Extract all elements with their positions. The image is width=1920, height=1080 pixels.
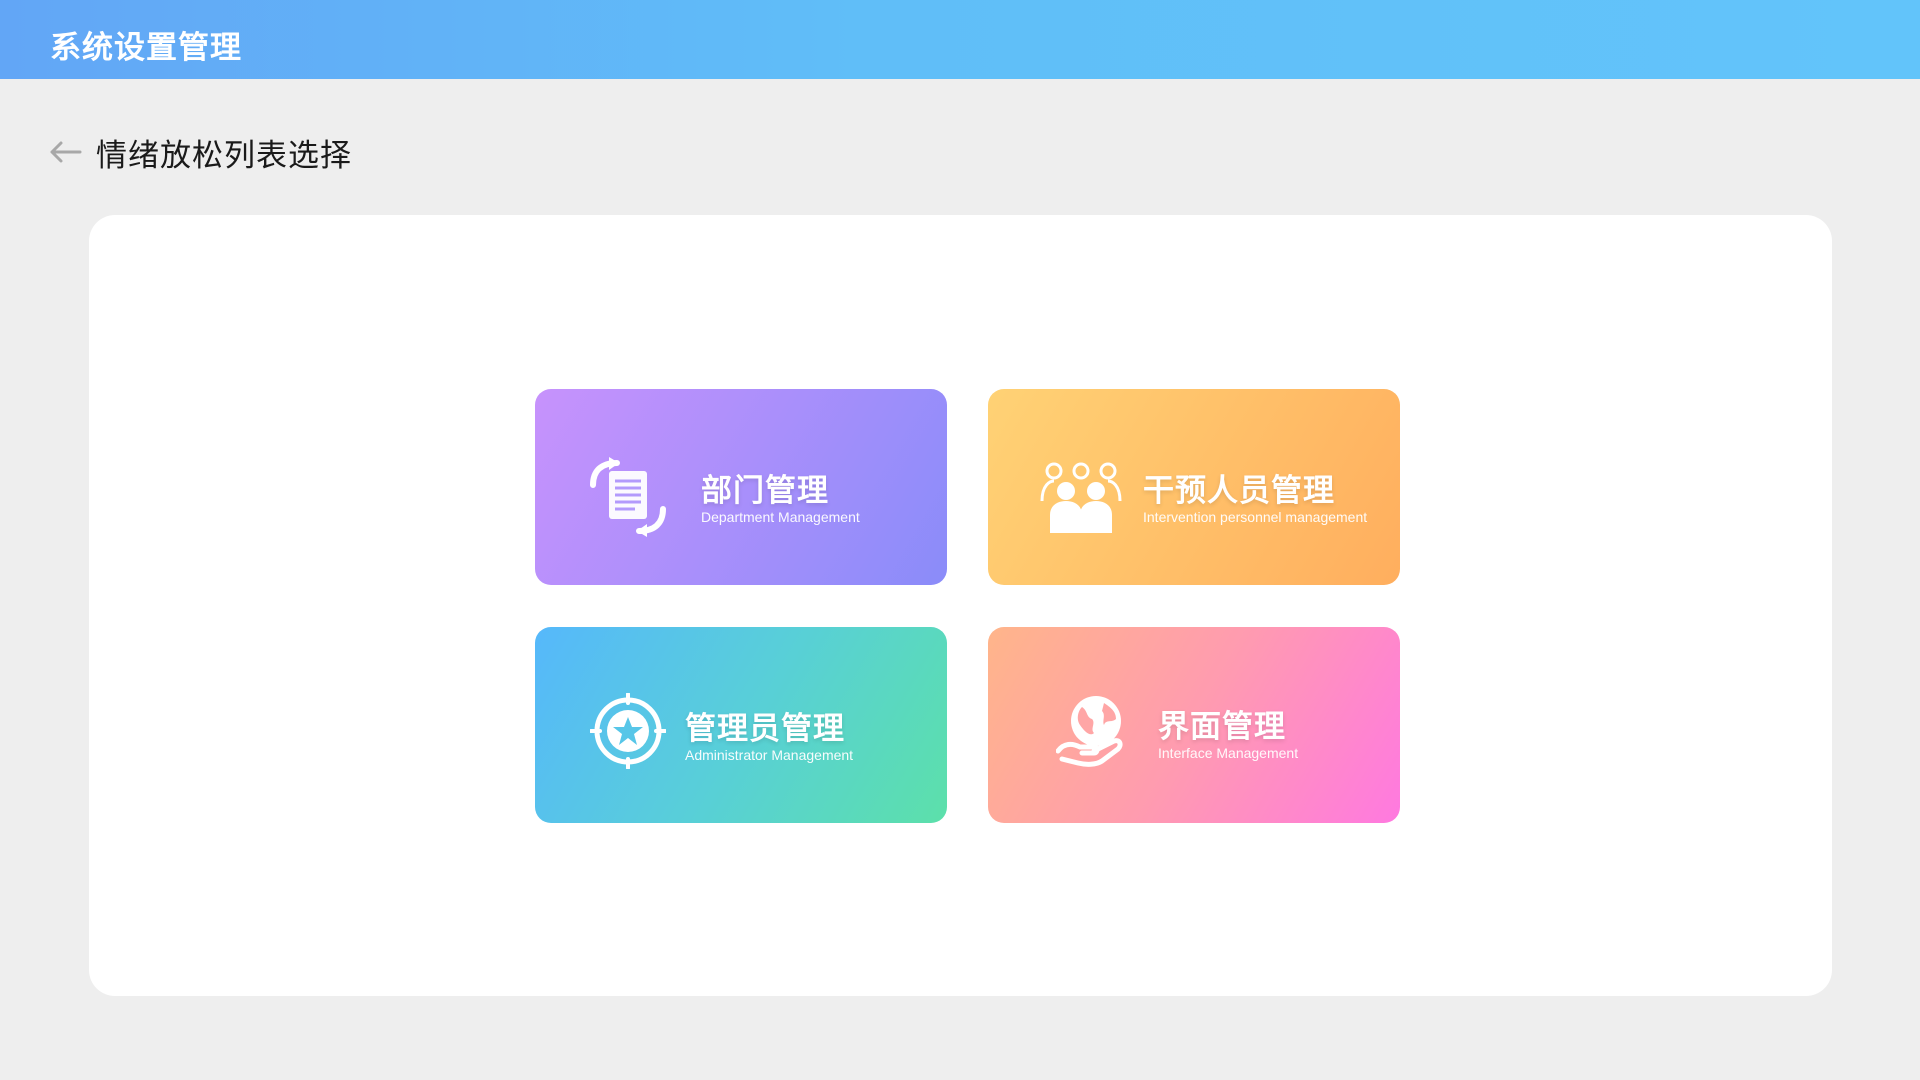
globe-hand-icon: [1056, 696, 1123, 767]
content-panel: [89, 215, 1832, 996]
back-button[interactable]: [48, 137, 84, 167]
card-subtitle: Interface Management: [1158, 745, 1299, 761]
intervention-personnel-card[interactable]: 干预人员管理 Intervention personnel management: [988, 389, 1400, 585]
arrow-left-icon: [50, 141, 82, 163]
administrator-management-card[interactable]: 管理员管理 Administrator Management: [535, 627, 947, 823]
card-title: 管理员管理: [685, 711, 845, 747]
page-header: 情绪放松列表选择: [48, 130, 352, 174]
app-title: 系统设置管理: [50, 30, 242, 66]
interface-management-card[interactable]: 界面管理 Interface Management: [988, 627, 1400, 823]
top-bar: 系统设置管理: [0, 0, 1920, 79]
card-subtitle: Department Management: [701, 509, 860, 525]
card-subtitle: Administrator Management: [685, 747, 854, 763]
document-exchange-icon: [590, 457, 666, 537]
card-title: 干预人员管理: [1143, 473, 1335, 509]
group-people-icon: [1040, 462, 1122, 533]
card-title: 部门管理: [701, 473, 829, 509]
star-target-icon: [590, 693, 666, 769]
department-management-card[interactable]: 部门管理 Department Management: [535, 389, 947, 585]
card-subtitle: Intervention personnel management: [1143, 509, 1368, 525]
page-title: 情绪放松列表选择: [96, 137, 352, 174]
card-title: 界面管理: [1158, 709, 1286, 745]
